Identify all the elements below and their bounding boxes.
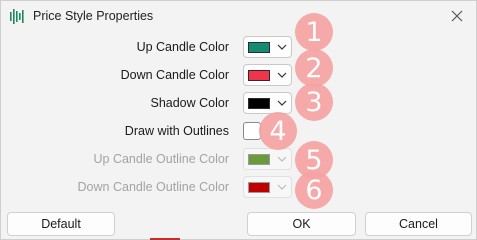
- down-candle-outline-color-label: Down Candle Outline Color: [77, 180, 229, 194]
- down-candle-color-label: Down Candle Color: [120, 68, 229, 82]
- chevron-down-icon: [277, 100, 287, 106]
- color-swatch: [248, 154, 270, 165]
- annotation-badge-4: 4: [259, 112, 297, 150]
- shadow-color-picker[interactable]: [243, 92, 292, 114]
- close-icon: [451, 10, 463, 22]
- up-candle-color-label: Up Candle Color: [136, 40, 229, 54]
- bar-chart-icon: [10, 9, 24, 24]
- up-candle-outline-color-label: Up Candle Outline Color: [93, 152, 230, 166]
- close-button[interactable]: [445, 5, 469, 27]
- color-swatch: [248, 42, 270, 53]
- annotation-badge-3: 3: [295, 83, 333, 121]
- annotation-badge-6: 6: [295, 171, 333, 209]
- ok-button[interactable]: OK: [247, 212, 356, 236]
- color-swatch: [248, 98, 270, 109]
- color-swatch: [248, 182, 270, 193]
- cancel-button[interactable]: Cancel: [365, 212, 472, 236]
- up-candle-outline-color-picker[interactable]: [243, 148, 292, 170]
- default-button[interactable]: Default: [7, 212, 115, 236]
- annotation-badge-2: 2: [295, 49, 333, 87]
- color-swatch: [248, 70, 270, 81]
- annotation-badge-1: 1: [295, 13, 333, 51]
- chevron-down-icon: [277, 44, 287, 50]
- chevron-down-icon: [277, 156, 287, 162]
- title-bar: Price Style Properties: [1, 1, 476, 31]
- down-candle-color-picker[interactable]: [243, 64, 292, 86]
- chevron-down-icon: [277, 72, 287, 78]
- window-title: Price Style Properties: [33, 9, 154, 23]
- chevron-down-icon: [277, 184, 287, 190]
- down-candle-outline-color-picker[interactable]: [243, 176, 292, 198]
- price-style-properties-dialog: Price Style Properties Up Candle Color D…: [0, 0, 477, 240]
- draw-with-outlines-label: Draw with Outlines: [124, 124, 229, 138]
- shadow-color-label: Shadow Color: [150, 96, 229, 110]
- up-candle-color-picker[interactable]: [243, 36, 292, 58]
